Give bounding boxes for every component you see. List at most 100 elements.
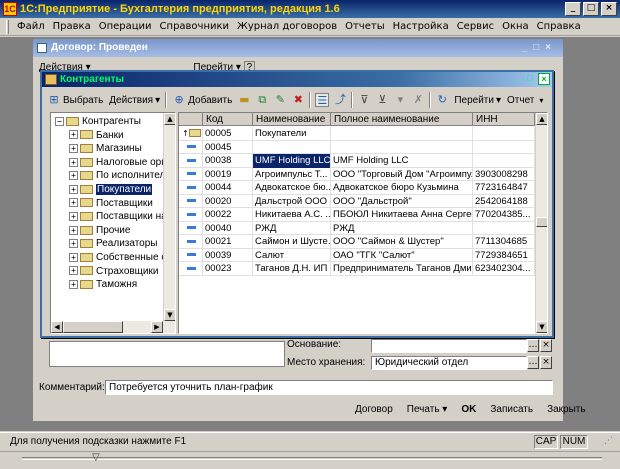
tree-scroll-down[interactable]: ▼ [164, 309, 175, 321]
table-row[interactable]: 00023 Таганов Д.Н. ИП Предприниматель Тага… [179, 262, 535, 276]
tree-item[interactable]: + Страховщики [69, 265, 158, 279]
select-button[interactable]: ⊞ Выбрать [46, 93, 104, 107]
table-row[interactable]: 00044 Адвокатское бю... Адвокатское бюро К… [179, 181, 535, 195]
expand-icon[interactable]: + [69, 212, 78, 222]
tree-vertical-scrollbar[interactable]: ▲ ▼ [163, 113, 175, 321]
menu-edit[interactable]: Правка [53, 18, 91, 35]
storage-field[interactable]: Юридический отдел [371, 356, 527, 370]
collapse-icon[interactable]: − [55, 116, 64, 126]
window-switcher-slider-icon[interactable]: ▽ [92, 452, 100, 463]
table-row[interactable]: ↑ 00005 Покупатели [179, 127, 535, 141]
print-menu-button[interactable]: Печать ▾ [407, 404, 448, 415]
minimize-button[interactable]: _ [565, 2, 581, 16]
table-row[interactable]: 00019 Агроимпульс Т... ООО "Торговый Дом "… [179, 167, 535, 181]
table-scroll-thumb[interactable] [536, 217, 547, 227]
tree-scroll-left[interactable]: ◀ [51, 321, 63, 333]
hierarchy-icon[interactable]: ☰ [315, 93, 330, 107]
table-vertical-scrollbar[interactable]: ▲ ▼ [535, 113, 547, 333]
clear-filter-icon[interactable]: ✗ [411, 93, 425, 107]
tree-item[interactable]: + Прочие [69, 224, 130, 238]
expand-icon[interactable]: + [69, 280, 78, 290]
tree-item[interactable]: + Реализаторы [69, 237, 157, 251]
expand-icon[interactable]: + [69, 225, 78, 235]
table-scroll-up[interactable]: ▲ [536, 113, 547, 125]
add-group-icon[interactable]: ▬ [237, 93, 251, 107]
tree-item[interactable]: − Контрагенты [55, 115, 141, 129]
tree-item[interactable]: + Покупатели [69, 183, 153, 197]
menu-operations[interactable]: Операции [99, 18, 152, 35]
contract-notes-area[interactable] [49, 341, 285, 367]
tree-item[interactable]: + Таможня [69, 278, 137, 292]
table-row[interactable]: 00040 РЖД РЖД [179, 221, 535, 235]
comment-field[interactable]: Потребуется уточнить план-график [105, 380, 553, 395]
tree-item[interactable]: + Налоговые орга [69, 156, 170, 170]
table-row[interactable]: 00020 Дальстрой ООО ООО "Дальстрой" 2542064… [179, 194, 535, 208]
table-row[interactable]: 00039 Салют ОАО "ТГК "Салют" 7729384651 [179, 248, 535, 262]
expand-icon[interactable]: + [69, 184, 78, 194]
basis-field[interactable] [371, 339, 527, 353]
counterparties-table[interactable]: Код Наименование ▼ Полное наименование И… [178, 112, 548, 334]
tree-scroll-up[interactable]: ▲ [164, 113, 175, 125]
column-header-inn[interactable]: ИНН [473, 113, 535, 126]
filter-by-value-icon[interactable]: ⊻ [375, 93, 389, 107]
cp-maximize-button[interactable]: □ [524, 73, 536, 85]
table-scroll-down[interactable]: ▼ [536, 321, 547, 333]
actions-menu[interactable]: Действия ▾ [108, 95, 161, 106]
tree-item[interactable]: + Собственные ор [69, 251, 172, 265]
menu-service[interactable]: Сервис [457, 18, 494, 35]
ok-button[interactable]: OK [461, 404, 476, 415]
column-header-name[interactable]: Наименование ▼ [253, 113, 331, 126]
menu-references[interactable]: Справочники [160, 18, 230, 35]
storage-clear-button[interactable]: × [540, 356, 552, 369]
filter-history-icon[interactable]: ▾ [393, 93, 407, 107]
cp-close-button[interactable]: × [538, 73, 550, 85]
menu-file[interactable]: Файл [17, 18, 45, 35]
menu-settings[interactable]: Настройка [393, 18, 449, 35]
add-button[interactable]: ⊕ Добавить [171, 93, 233, 107]
menu-windows[interactable]: Окна [502, 18, 529, 35]
edit-icon[interactable]: ✎ [273, 93, 287, 107]
column-header-code[interactable]: Код [203, 113, 253, 126]
tree-item[interactable]: + Поставщики [69, 197, 153, 211]
close-button[interactable]: × [601, 2, 617, 16]
menu-help[interactable]: Справка [537, 18, 581, 35]
expand-icon[interactable]: + [69, 239, 78, 249]
table-cell-name[interactable]: UMF Holding LLC [253, 154, 331, 168]
close-form-button[interactable]: Закрыть [547, 404, 586, 415]
basis-select-button[interactable]: … [527, 339, 539, 352]
expand-icon[interactable]: + [69, 171, 78, 181]
table-row[interactable]: 00038 UMF Holding LLC UMF Holding LLC [179, 154, 535, 168]
table-row[interactable]: 00022 Никитаева А.С. ... ПБОЮЛ Никитаева А… [179, 208, 535, 222]
save-button[interactable]: Записать [490, 404, 533, 415]
expand-icon[interactable]: + [69, 198, 78, 208]
goto-menu[interactable]: Перейти ▾ [453, 95, 502, 106]
maximize-button[interactable]: □ [583, 2, 599, 16]
menu-reports[interactable]: Отчеты [345, 18, 384, 35]
toolbar-overflow-icon[interactable]: ▾ [539, 96, 543, 105]
cp-minimize-button[interactable]: _ [510, 73, 522, 85]
tree-horizontal-scrollbar[interactable]: ◀ ▶ [51, 321, 175, 333]
table-row[interactable]: 00045 [179, 140, 535, 154]
delete-icon[interactable]: ✖ [291, 93, 305, 107]
basis-clear-button[interactable]: × [540, 339, 552, 352]
table-row[interactable]: 00021 Саймон и Шусте... ООО "Саймон & Шуст… [179, 235, 535, 249]
expand-icon[interactable]: + [69, 252, 78, 262]
contract-window-controls[interactable]: _□× [522, 39, 557, 57]
resize-grip-icon[interactable]: ⋰ [604, 436, 616, 448]
filter-icon[interactable]: ⊽ [357, 93, 371, 107]
copy-icon[interactable]: ⧉ [255, 93, 269, 107]
tree-item[interactable]: + Поставщики на [69, 210, 167, 224]
tree-hscroll-thumb[interactable] [63, 321, 123, 333]
groups-tree[interactable]: − Контрагенты + Банки + Магазины + Налоговые ор… [50, 112, 176, 334]
tree-item[interactable]: + По исполнитель [69, 169, 171, 183]
menu-contracts-journal[interactable]: Журнал договоров [237, 18, 337, 35]
expand-icon[interactable]: + [69, 266, 78, 276]
column-header-full-name[interactable]: Полное наименование [331, 113, 473, 126]
refresh-icon[interactable]: ↻ [435, 93, 449, 107]
tree-item[interactable]: + Магазины [69, 142, 142, 156]
expand-icon[interactable]: + [69, 157, 78, 167]
report-menu[interactable]: Отчет [506, 95, 535, 106]
expand-icon[interactable]: + [69, 144, 78, 154]
level-up-icon[interactable]: ⤴ [333, 93, 347, 107]
expand-icon[interactable]: + [69, 130, 78, 140]
